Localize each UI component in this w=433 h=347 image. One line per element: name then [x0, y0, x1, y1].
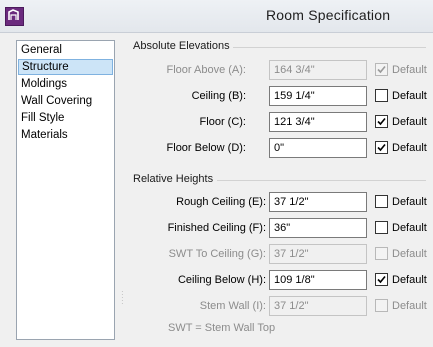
- swt-to-ceiling-default-checkbox[interactable]: [375, 247, 388, 260]
- stem-wall-label: Stem Wall (I):: [199, 300, 266, 312]
- ceiling-below-default-checkbox[interactable]: [375, 273, 388, 286]
- splitter-grip[interactable]: · · · · ·: [121, 288, 124, 308]
- ceiling-field[interactable]: [269, 86, 367, 106]
- floor-default-checkbox[interactable]: [375, 115, 388, 128]
- floor-below-field[interactable]: [269, 138, 367, 158]
- swt-to-ceiling-field[interactable]: [269, 244, 367, 264]
- rough-ceiling-field[interactable]: [269, 192, 367, 212]
- ceiling-default-checkbox[interactable]: [375, 89, 388, 102]
- swt-to-ceiling-default-label: Default: [392, 248, 427, 260]
- finished-ceiling-label: Finished Ceiling (F):: [167, 222, 266, 234]
- floor-below-default-label: Default: [392, 142, 427, 154]
- floor-above-default-checkbox[interactable]: [375, 63, 388, 76]
- sidebar-item-wall-covering[interactable]: Wall Covering: [18, 93, 113, 109]
- finished-ceiling-default-checkbox[interactable]: [375, 221, 388, 234]
- ceiling-label: Ceiling (B):: [191, 90, 246, 102]
- sidebar-item-general[interactable]: General: [18, 42, 113, 58]
- ceiling-below-field[interactable]: [269, 270, 367, 290]
- absolute-elevations-heading: Absolute Elevations: [133, 40, 230, 52]
- floor-default-label: Default: [392, 116, 427, 128]
- ceiling-default-label: Default: [392, 90, 427, 102]
- ceiling-below-label: Ceiling Below (H):: [177, 274, 266, 286]
- floor-below-label: Floor Below (D):: [166, 142, 246, 154]
- section-divider: [233, 47, 426, 48]
- section-divider: [217, 180, 426, 181]
- relative-heights-heading: Relative Heights: [133, 173, 214, 185]
- floor-above-default-label: Default: [392, 64, 427, 76]
- finished-ceiling-field[interactable]: [269, 218, 367, 238]
- swt-note: SWT = Stem Wall Top: [168, 322, 276, 334]
- ceiling-below-default-label: Default: [392, 274, 427, 286]
- finished-ceiling-default-label: Default: [392, 222, 427, 234]
- floor-label: Floor (C):: [199, 116, 246, 128]
- floor-above-label: Floor Above (A):: [166, 64, 246, 76]
- sidebar-item-materials[interactable]: Materials: [18, 127, 113, 143]
- window-title: Room Specification: [266, 7, 391, 23]
- rough-ceiling-default-label: Default: [392, 196, 427, 208]
- swt-to-ceiling-label: SWT To Ceiling (G):: [168, 248, 266, 260]
- app-logo-icon[interactable]: [5, 7, 24, 26]
- stem-wall-default-label: Default: [392, 300, 427, 312]
- floor-above-field[interactable]: [269, 60, 367, 80]
- title-bar: Room Specification: [0, 0, 433, 33]
- rough-ceiling-default-checkbox[interactable]: [375, 195, 388, 208]
- sidebar-item-moldings[interactable]: Moldings: [18, 76, 113, 92]
- sidebar-item-structure[interactable]: Structure: [18, 59, 113, 75]
- category-list[interactable]: General Structure Moldings Wall Covering…: [16, 40, 115, 340]
- rough-ceiling-label: Rough Ceiling (E):: [176, 196, 266, 208]
- stem-wall-field[interactable]: [269, 296, 367, 316]
- sidebar-item-fill-style[interactable]: Fill Style: [18, 110, 113, 126]
- stem-wall-default-checkbox[interactable]: [375, 299, 388, 312]
- floor-below-default-checkbox[interactable]: [375, 141, 388, 154]
- floor-field[interactable]: [269, 112, 367, 132]
